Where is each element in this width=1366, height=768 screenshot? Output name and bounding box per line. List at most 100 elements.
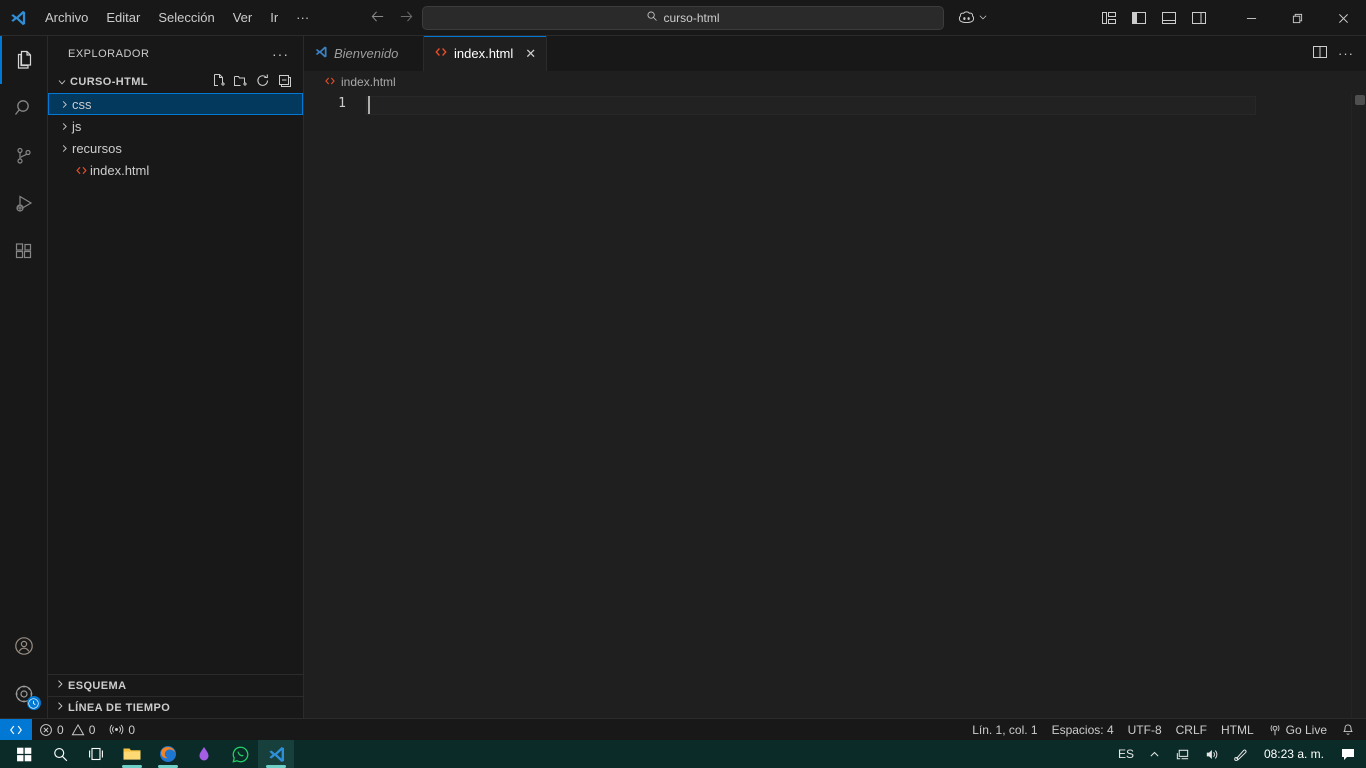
taskbar-start-button[interactable]: [6, 740, 42, 768]
editor-content[interactable]: [366, 93, 1366, 718]
toggle-primary-sidebar-button[interactable]: [1126, 5, 1152, 31]
copilot-button[interactable]: [958, 9, 988, 26]
activity-settings[interactable]: [0, 670, 48, 718]
toggle-secondary-sidebar-button[interactable]: [1186, 5, 1212, 31]
account-icon: [14, 637, 33, 655]
menu-editar[interactable]: Editar: [98, 7, 148, 28]
menu-seleccion[interactable]: Selección: [150, 7, 222, 28]
taskbar-whatsapp[interactable]: [222, 740, 258, 768]
chevron-right-icon: [54, 700, 66, 715]
menu-ver[interactable]: Ver: [225, 7, 261, 28]
volume-icon[interactable]: [1200, 740, 1223, 768]
taskbar-vscode[interactable]: [258, 740, 294, 768]
run-debug-icon: [15, 195, 32, 212]
split-editor-icon[interactable]: [1312, 44, 1328, 63]
menu-archivo[interactable]: Archivo: [37, 7, 96, 28]
windows-logo-icon: [16, 747, 31, 761]
window-close-button[interactable]: [1320, 0, 1366, 36]
breadcrumb[interactable]: index.html: [304, 71, 1366, 93]
tree-item-recursos[interactable]: recursos: [48, 137, 303, 159]
activity-extensions[interactable]: [0, 228, 48, 276]
activity-search[interactable]: [0, 84, 48, 132]
toggle-panel-button[interactable]: [1156, 5, 1182, 31]
tree-item-label: css: [72, 96, 92, 112]
tree-item-js[interactable]: js: [48, 115, 303, 137]
activity-run-debug[interactable]: [0, 180, 48, 228]
status-ports[interactable]: 0: [102, 719, 142, 741]
tree-item-index-html[interactable]: index.html: [48, 159, 303, 181]
menu-bar: Archivo Editar Selección Ver Ir ···: [36, 0, 318, 36]
file-tree: css js recursos index.html: [48, 93, 303, 674]
status-bar-right: Lín. 1, col. 1 Espacios: 4 UTF-8 CRLF HT…: [965, 719, 1366, 741]
chevron-up-icon[interactable]: [1144, 740, 1165, 768]
status-warnings-count: 0: [88, 722, 96, 737]
window-restore-button[interactable]: [1274, 0, 1320, 36]
collapse-all-icon[interactable]: [277, 73, 293, 92]
tray-clock[interactable]: 08:23 a. m.: [1258, 747, 1330, 761]
tab-bienvenido[interactable]: Bienvenido: [304, 36, 424, 71]
extensions-icon: [15, 243, 31, 259]
status-indentation[interactable]: Espacios: 4: [1045, 719, 1121, 741]
menu-more[interactable]: ···: [288, 7, 317, 28]
current-line-highlight: [366, 96, 1256, 115]
breadcrumb-label: index.html: [341, 75, 396, 89]
tree-item-css[interactable]: css: [48, 93, 303, 115]
search-icon: [53, 747, 67, 761]
status-errors[interactable]: 0: [32, 719, 71, 741]
status-go-live[interactable]: Go Live: [1261, 719, 1334, 741]
window-minimize-button[interactable]: [1228, 0, 1274, 36]
taskbar-file-explorer[interactable]: [114, 740, 150, 768]
status-eol[interactable]: CRLF: [1169, 719, 1214, 741]
new-file-icon[interactable]: [211, 73, 227, 92]
html-file-icon: [324, 75, 336, 90]
taskbar-firefox[interactable]: [150, 740, 186, 768]
section-label: ESQUEMA: [68, 679, 127, 692]
ellipsis-icon[interactable]: ···: [1338, 46, 1354, 61]
ellipsis-icon[interactable]: ···: [266, 46, 295, 62]
arrow-right-icon[interactable]: [399, 9, 414, 27]
pen-icon[interactable]: [1229, 740, 1252, 768]
status-notifications[interactable]: [1334, 719, 1362, 741]
tray-language[interactable]: ES: [1114, 740, 1138, 768]
new-folder-icon[interactable]: [233, 73, 249, 92]
remote-indicator-icon: [10, 725, 22, 734]
activity-accounts[interactable]: [0, 622, 48, 670]
status-encoding[interactable]: UTF-8: [1121, 719, 1169, 741]
section-esquema[interactable]: ESQUEMA: [48, 674, 303, 696]
text-cursor: [368, 96, 370, 114]
window-controls: [1096, 0, 1366, 36]
notification-icon[interactable]: [1336, 740, 1360, 768]
activity-explorer[interactable]: [0, 36, 48, 84]
menu-ir[interactable]: Ir: [262, 7, 286, 28]
files-icon: [17, 50, 31, 69]
file-explorer-icon: [123, 748, 141, 760]
section-linea-de-tiempo[interactable]: LÍNEA DE TIEMPO: [48, 696, 303, 718]
chevron-down-icon: [54, 76, 70, 88]
explorer-folder-header[interactable]: CURSO-HTML: [48, 71, 303, 93]
editor-scrollbar[interactable]: [1355, 95, 1365, 105]
close-icon[interactable]: ✕: [525, 47, 536, 60]
chevron-right-icon: [54, 678, 66, 693]
status-warnings[interactable]: 0: [71, 719, 103, 741]
status-cursor-position[interactable]: Lín. 1, col. 1: [965, 719, 1044, 741]
activity-source-control[interactable]: [0, 132, 48, 180]
taskbar-search-button[interactable]: [42, 740, 78, 768]
refresh-icon[interactable]: [255, 73, 271, 92]
status-language-mode[interactable]: HTML: [1214, 719, 1261, 741]
network-icon[interactable]: [1171, 740, 1194, 768]
windows-taskbar: ES 08:23 a. m.: [0, 740, 1366, 768]
tab-index-html[interactable]: index.html ✕: [424, 36, 548, 71]
copilot-icon: [958, 11, 975, 23]
taskbar-app-purple[interactable]: [186, 740, 222, 768]
code-editor[interactable]: 1: [304, 93, 1366, 718]
customize-layout-button[interactable]: [1096, 5, 1122, 31]
bell-icon: [1343, 723, 1353, 735]
arrow-left-icon[interactable]: [370, 9, 385, 27]
taskbar-task-view-button[interactable]: [78, 740, 114, 768]
vscode-window: Archivo Editar Selección Ver Ir ··· curs…: [0, 0, 1366, 768]
status-remote-indicator[interactable]: [0, 718, 32, 741]
search-icon: [646, 10, 658, 25]
command-center[interactable]: curso-html: [422, 5, 944, 30]
tree-item-label: js: [72, 118, 82, 134]
clock-badge-icon: [26, 696, 41, 710]
